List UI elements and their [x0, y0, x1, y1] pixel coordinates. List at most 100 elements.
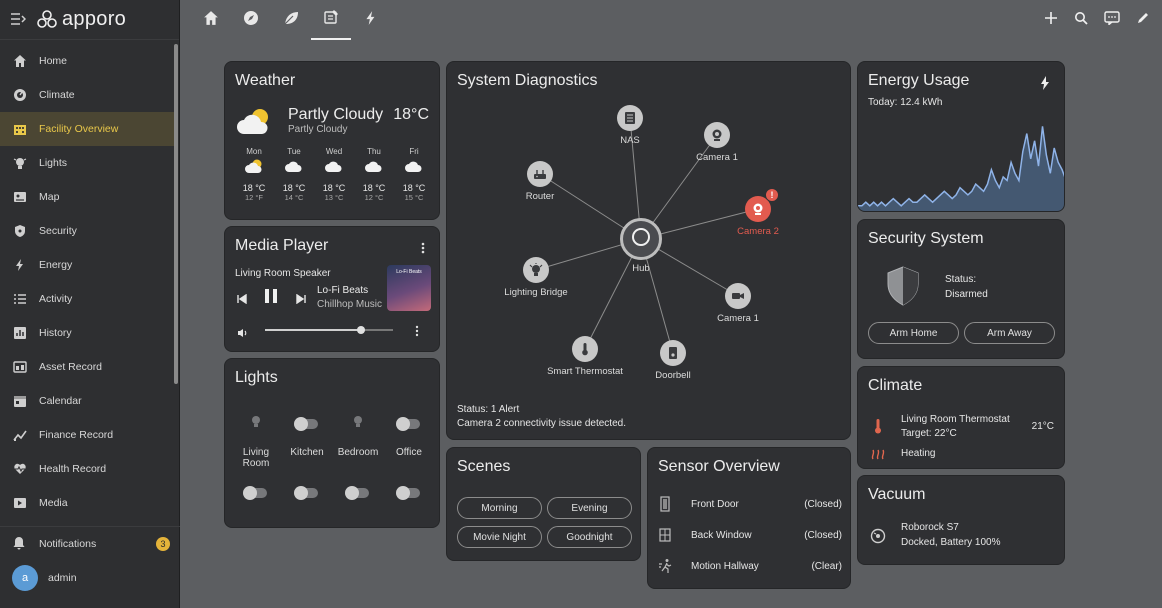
network-node-smart-thermostat[interactable]	[572, 336, 598, 362]
network-node-nas[interactable]	[617, 105, 643, 131]
network-node-camera-1[interactable]	[725, 283, 751, 309]
sidebar-item-label: Facility Overview	[39, 123, 119, 135]
lightbulb-icon[interactable]	[250, 415, 262, 434]
scenes-card[interactable]: Scenes Morning Evening Movie Night Goodnigh…	[446, 447, 641, 561]
energy-usage-card[interactable]: Energy Usage Today: 12.4 kWh	[857, 61, 1065, 212]
view-tab-facility[interactable]	[311, 0, 351, 40]
edit-pencil-icon[interactable]	[1136, 11, 1150, 30]
sidebar-item-lights[interactable]: Lights	[0, 146, 174, 180]
sidebar-item-climate[interactable]: Climate	[0, 78, 174, 112]
sidebar-item-activity[interactable]: Activity	[0, 282, 174, 316]
light-room-label: Living Room	[242, 447, 270, 469]
media-device: Living Room Speaker	[235, 268, 331, 279]
sensor-value: (Clear)	[811, 560, 842, 572]
volume-slider[interactable]	[265, 326, 393, 334]
hub-node[interactable]	[620, 218, 662, 260]
climate-card[interactable]: Climate Living Room Thermostat Target: 2…	[857, 366, 1065, 469]
sidebar-item-health-record[interactable]: Health Record	[0, 452, 174, 486]
webcam-icon	[751, 202, 765, 216]
sidebar-item-security[interactable]: Security	[0, 214, 174, 248]
add-icon[interactable]	[1044, 11, 1058, 30]
sidebar-item-facility-overview[interactable]: Facility Overview	[0, 112, 174, 146]
scene-button-goodnight[interactable]: Goodnight	[547, 526, 632, 548]
lightbulb-icon[interactable]	[352, 415, 364, 434]
light-toggle[interactable]	[396, 486, 420, 500]
sidebar-item-label: Activity	[39, 293, 73, 305]
home-icon	[203, 10, 219, 31]
media-more-icon[interactable]	[421, 241, 425, 259]
weather-card[interactable]: Weather Partly Cloudy Partly Cloudy 18°C…	[224, 61, 440, 220]
sensor-row[interactable]: Back Window (Closed)	[658, 525, 842, 545]
sidebar-item-home[interactable]: Home	[0, 44, 174, 78]
logo-icon	[37, 9, 57, 28]
assist-chat-icon[interactable]	[1104, 10, 1120, 30]
arm-away-button[interactable]: Arm Away	[964, 322, 1055, 344]
pause-icon[interactable]	[264, 288, 278, 309]
forecast-low: 12 °C	[364, 193, 384, 202]
network-node-lighting-bridge[interactable]	[523, 257, 549, 283]
next-track-icon[interactable]	[296, 291, 306, 309]
sidebar-scrollbar[interactable]	[174, 44, 178, 384]
sidebar-nav: Home Climate Facility Overview Lights Map Sec…	[0, 44, 174, 520]
sensor-row[interactable]: Motion Hallway (Clear)	[658, 556, 842, 576]
volume-slider-handle[interactable]	[357, 326, 365, 334]
finance-icon	[12, 427, 28, 443]
light-toggle[interactable]	[243, 486, 267, 500]
security-status-label: Status:	[945, 274, 977, 285]
sidebar-item-media[interactable]: Media	[0, 486, 174, 520]
network-node-doorbell[interactable]	[660, 340, 686, 366]
scene-button-evening[interactable]: Evening	[547, 497, 632, 519]
sidebar-item-label: Finance Record	[39, 429, 114, 441]
sidebar-item-history[interactable]: History	[0, 316, 174, 350]
scene-button-movie-night[interactable]: Movie Night	[457, 526, 542, 548]
user-item[interactable]: a admin	[0, 561, 180, 595]
network-node-camera-1[interactable]	[704, 122, 730, 148]
volume-icon[interactable]	[237, 325, 249, 343]
search-icon[interactable]	[1074, 11, 1088, 30]
sensor-row[interactable]: Front Door (Closed)	[658, 494, 842, 514]
view-tab-compass[interactable]	[231, 0, 271, 40]
calendar-icon	[12, 393, 28, 409]
app-logo[interactable]: apporo	[36, 8, 126, 31]
network-node-camera-2[interactable]: !	[745, 188, 779, 222]
notifications-item[interactable]: Notifications 3	[0, 527, 180, 561]
arm-home-button[interactable]: Arm Home	[868, 322, 959, 344]
view-tab-lightning[interactable]	[351, 0, 391, 40]
sidebar-item-asset-record[interactable]: Asset Record	[0, 350, 174, 384]
hub-ring-icon	[631, 227, 651, 252]
previous-track-icon[interactable]	[237, 291, 247, 309]
light-toggle[interactable]	[294, 417, 318, 431]
forecast-day: Tue 18 °C 14 °C	[277, 147, 311, 202]
sidebar-item-map[interactable]: Map	[0, 180, 174, 214]
sidebar-item-finance-record[interactable]: Finance Record	[0, 418, 174, 452]
energy-area	[858, 126, 1064, 211]
network-node-label: Camera 1	[696, 152, 738, 163]
network-node-router[interactable]	[527, 161, 553, 187]
system-diagnostics-card[interactable]: System Diagnostics Hub NAS Camera 1 Router!…	[446, 61, 851, 440]
sensor-value: (Closed)	[804, 498, 842, 510]
light-toggle[interactable]	[294, 486, 318, 500]
list-icon	[12, 291, 28, 307]
sidebar-item-label: Media	[39, 497, 68, 509]
sidebar-item-energy[interactable]: Energy	[0, 248, 174, 282]
album-art-text: Lo-Fi Beats	[396, 269, 422, 275]
sensor-label: Back Window	[691, 529, 752, 541]
security-system-card[interactable]: Security System Status: Disarmed Arm Hom…	[857, 219, 1065, 359]
album-art: Lo-Fi Beats	[387, 265, 431, 311]
view-tab-home[interactable]	[191, 0, 231, 40]
scene-button-morning[interactable]: Morning	[457, 497, 542, 519]
media-player-card[interactable]: Media Player Living Room Speaker Lo-Fi B…	[224, 226, 440, 352]
view-tab-leaf[interactable]	[271, 0, 311, 40]
sensor-overview-card[interactable]: Sensor Overview Front Door (Closed) Back W…	[647, 447, 851, 589]
lights-card[interactable]: Lights Living Room Kitchen Bedroom Office	[224, 358, 440, 528]
vacuum-card[interactable]: Vacuum Roborock S7 Docked, Battery 100%	[857, 475, 1065, 565]
volume-more-icon[interactable]	[415, 324, 419, 342]
light-toggle[interactable]	[345, 486, 369, 500]
menu-collapse-icon[interactable]	[10, 12, 30, 28]
light-toggle[interactable]	[396, 417, 420, 431]
lightning-icon	[12, 257, 28, 273]
forecast-low: 14 °C	[284, 193, 304, 202]
media-title: Media Player	[235, 237, 329, 254]
cloud-icon	[277, 158, 311, 176]
sidebar-item-calendar[interactable]: Calendar	[0, 384, 174, 418]
